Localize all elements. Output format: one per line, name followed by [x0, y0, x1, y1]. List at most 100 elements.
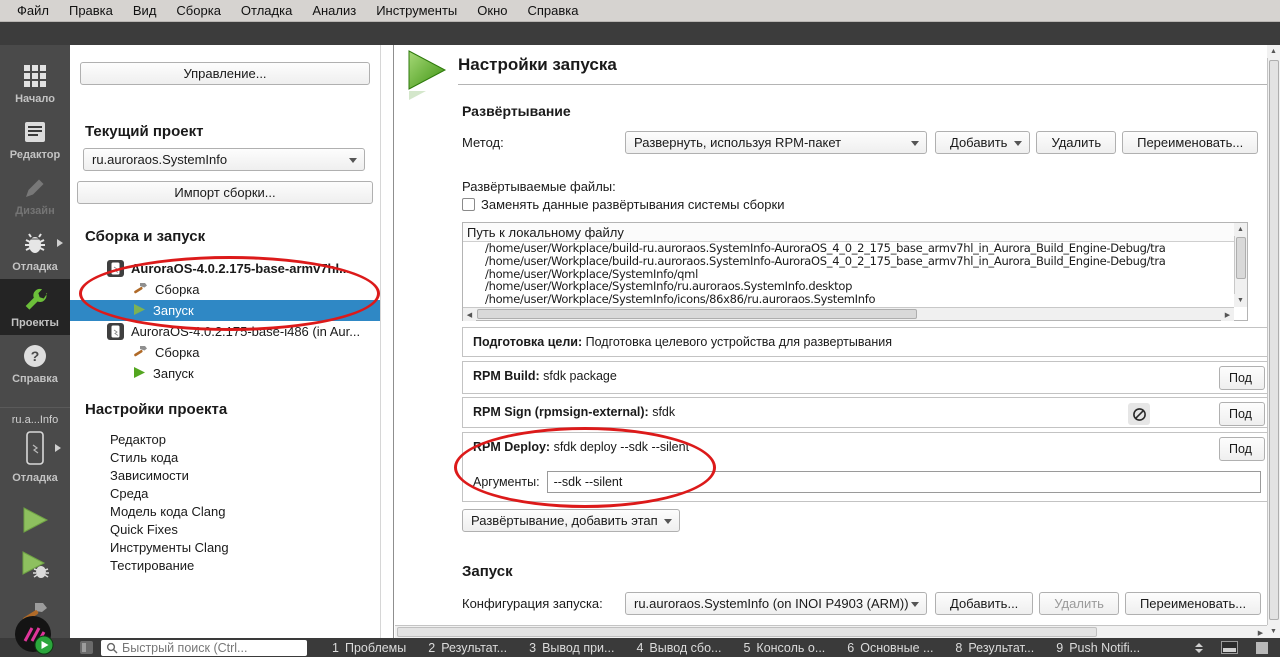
- mode-debug[interactable]: Отладка: [0, 223, 70, 279]
- chevron-down-icon: [664, 519, 672, 524]
- debug-run-button[interactable]: [19, 551, 51, 584]
- kit-i486-run[interactable]: Запуск: [70, 363, 380, 384]
- deploy-add-button[interactable]: Добавить: [935, 131, 1030, 154]
- panel-square-icon[interactable]: [1256, 642, 1268, 654]
- menu-file[interactable]: Файл: [8, 1, 58, 20]
- step-prepare-target: Подготовка цели: Подготовка целевого уст…: [462, 327, 1268, 357]
- mode-welcome[interactable]: Начало: [0, 55, 70, 111]
- pane-compile-output[interactable]: 4Вывод сбо...: [625, 641, 732, 655]
- mode-help-label: Справка: [12, 373, 58, 385]
- kit-armv7hl-build[interactable]: Сборка: [70, 279, 380, 300]
- settings-item-testing[interactable]: Тестирование: [70, 557, 380, 575]
- table-vertical-scrollbar[interactable]: ▲ ▼: [1234, 223, 1247, 307]
- mode-edit[interactable]: Редактор: [0, 111, 70, 167]
- projects-panel: Управление... Текущий проект ru.auroraos…: [70, 45, 394, 638]
- menu-debug[interactable]: Отладка: [232, 1, 301, 20]
- kit-selector-project: ru.a...Info: [12, 414, 58, 426]
- deploy-remove-button[interactable]: Удалить: [1036, 131, 1116, 154]
- mode-debug-label: Отладка: [12, 261, 58, 273]
- kit-selector[interactable]: ru.a...Info Отладка: [0, 407, 70, 484]
- svg-text:?: ?: [31, 348, 40, 364]
- step-rpm-deploy: RPM Deploy: sfdk deploy --sdk --silent П…: [462, 432, 1268, 502]
- pane-test-results[interactable]: 8Результат...: [944, 641, 1045, 655]
- mode-projects[interactable]: Проекты: [0, 279, 70, 335]
- scrollbar-thumb[interactable]: [397, 627, 1097, 637]
- menu-analyze[interactable]: Анализ: [303, 1, 365, 20]
- scroll-down-icon[interactable]: ▼: [1234, 294, 1247, 307]
- scroll-up-icon[interactable]: ▲: [1267, 45, 1280, 58]
- scroll-down-icon[interactable]: ▼: [1267, 625, 1280, 638]
- run-config-value: ru.auroraos.SystemInfo (on INOI P4903 (A…: [634, 596, 909, 611]
- main-vertical-scrollbar[interactable]: ▲ ▼: [1267, 45, 1280, 638]
- run-add-button[interactable]: Добавить...: [935, 592, 1033, 615]
- details-button[interactable]: Под: [1219, 437, 1265, 461]
- scroll-right-icon[interactable]: ▶: [1221, 308, 1234, 321]
- override-checkbox[interactable]: [462, 198, 475, 211]
- menu-build[interactable]: Сборка: [167, 1, 230, 20]
- chevron-right-icon[interactable]: [57, 239, 63, 247]
- settings-item-dependencies[interactable]: Зависимости: [70, 467, 380, 485]
- kit-item-i486[interactable]: AuroraOS-4.0.2.175-base-i486 (in Aur...: [70, 321, 380, 342]
- run-settings-icon: [406, 49, 448, 104]
- scroll-left-icon[interactable]: ◀: [463, 308, 476, 321]
- pane-problems[interactable]: 1Проблемы: [321, 641, 417, 655]
- maximize-pane-icon[interactable]: [1195, 643, 1203, 653]
- disable-step-icon[interactable]: [1128, 403, 1150, 425]
- mode-help[interactable]: ? Справка: [0, 335, 70, 391]
- pane-push-notifications[interactable]: 9Push Notifi...: [1045, 641, 1151, 655]
- sidebar-toggle-icon[interactable]: [80, 641, 93, 654]
- output-pane-icon[interactable]: [1221, 641, 1238, 654]
- menu-help[interactable]: Справка: [518, 1, 587, 20]
- settings-item-quick-fixes[interactable]: Quick Fixes: [70, 521, 380, 539]
- deploy-method-value: Развернуть, используя RPM-пакет: [634, 135, 841, 150]
- kit-item-armv7hl[interactable]: AuroraOS-4.0.2.175-base-armv7hl...: [70, 258, 380, 279]
- add-deploy-step-button[interactable]: Развёртывание, добавить этап: [462, 509, 680, 532]
- deploy-method-select[interactable]: Развернуть, используя RPM-пакет: [625, 131, 927, 154]
- pane-general-messages[interactable]: 6Основные ...: [836, 641, 944, 655]
- deploy-method-row: Метод: Развернуть, используя RPM-пакет Д…: [462, 131, 1240, 154]
- args-input[interactable]: --sdk --silent: [547, 471, 1261, 493]
- scroll-up-icon[interactable]: ▲: [1234, 223, 1247, 236]
- menu-edit[interactable]: Правка: [60, 1, 122, 20]
- app-launcher-icon[interactable]: [13, 614, 55, 656]
- settings-item-clang-tools[interactable]: Инструменты Clang: [70, 539, 380, 557]
- pane-app-output[interactable]: 3Вывод при...: [518, 641, 625, 655]
- menu-view[interactable]: Вид: [124, 1, 166, 20]
- run-rename-button[interactable]: Переименовать...: [1125, 592, 1261, 615]
- pane-search-results[interactable]: 2Результат...: [417, 641, 518, 655]
- title-rule: [458, 84, 1267, 85]
- table-row[interactable]: /home/user/Workplace/SystemInfo/icons/86…: [485, 293, 1247, 306]
- settings-item-environment[interactable]: Среда: [70, 485, 380, 503]
- sidebar-actions: [19, 506, 51, 631]
- run-config-select[interactable]: ru.auroraos.SystemInfo (on INOI P4903 (A…: [625, 592, 927, 615]
- settings-item-editor[interactable]: Редактор: [70, 431, 380, 449]
- chevron-right-icon[interactable]: [55, 444, 61, 452]
- kit-i486-build[interactable]: Сборка: [70, 342, 380, 363]
- table-header[interactable]: Путь к локальному файлу: [463, 223, 1247, 242]
- chevron-down-icon: [349, 158, 357, 163]
- import-build-button[interactable]: Импорт сборки...: [77, 181, 373, 204]
- main-horizontal-scrollbar[interactable]: ▶: [395, 625, 1267, 638]
- settings-item-code-style[interactable]: Стиль кода: [70, 449, 380, 467]
- run-button[interactable]: [20, 506, 50, 537]
- details-button[interactable]: Под: [1219, 402, 1265, 426]
- deploy-rename-button[interactable]: Переименовать...: [1122, 131, 1258, 154]
- menu-tools[interactable]: Инструменты: [367, 1, 466, 20]
- run-config-row: Конфигурация запуска: ru.auroraos.System…: [462, 592, 1266, 615]
- menu-window[interactable]: Окно: [468, 1, 516, 20]
- table-row[interactable]: /home/user/Workplace/build-ru.auroraos.S…: [485, 255, 1247, 268]
- current-project-select[interactable]: ru.auroraos.SystemInfo: [83, 148, 365, 171]
- settings-item-clang-model[interactable]: Модель кода Clang: [70, 503, 380, 521]
- locator-search[interactable]: Быстрый поиск (Ctrl...: [101, 640, 307, 656]
- step-rpm-sign: RPM Sign (rpmsign-external): sfdk Под: [462, 397, 1268, 428]
- scrollbar-thumb[interactable]: [477, 309, 917, 319]
- table-horizontal-scrollbar[interactable]: ◀ ▶: [463, 307, 1234, 320]
- scrollbar-thumb[interactable]: [1236, 237, 1246, 279]
- pane-qml-console[interactable]: 5Консоль о...: [732, 641, 836, 655]
- table-row[interactable]: /home/user/Workplace/build-ru.auroraos.S…: [485, 242, 1247, 255]
- manage-kits-button[interactable]: Управление...: [80, 62, 370, 85]
- details-button[interactable]: Под: [1219, 366, 1265, 390]
- phone-icon: [23, 428, 47, 470]
- scrollbar-thumb[interactable]: [1269, 60, 1279, 620]
- kit-armv7hl-run[interactable]: Запуск: [70, 300, 380, 321]
